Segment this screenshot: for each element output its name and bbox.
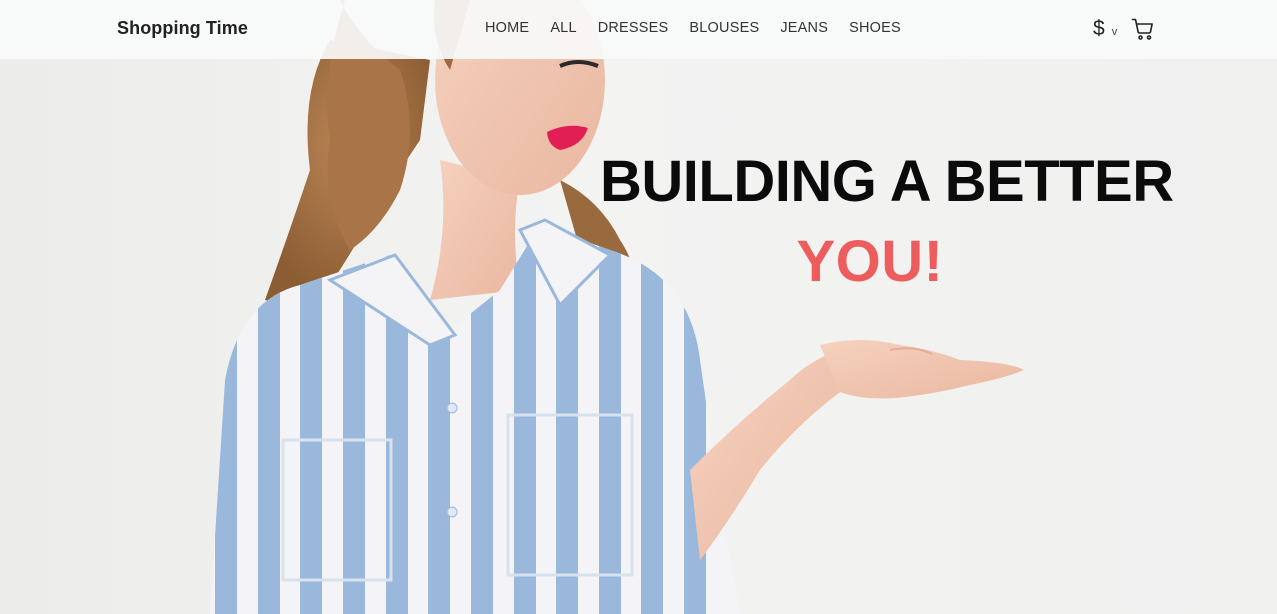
brand-logo[interactable]: Shopping Time	[117, 18, 248, 39]
cart-icon	[1131, 18, 1154, 40]
currency-symbol: $	[1093, 17, 1105, 40]
chevron-down-icon: v	[1111, 26, 1118, 38]
nav-link-blouses[interactable]: BLOUSES	[689, 20, 759, 36]
hero-accent-text: YOU!	[796, 229, 944, 294]
header-actions: $ v	[1093, 14, 1156, 44]
cart-button[interactable]	[1130, 16, 1156, 42]
nav-link-all[interactable]: ALL	[550, 20, 576, 36]
main-nav: HOME ALL DRESSES BLOUSES JEANS SHOES	[485, 20, 901, 36]
page: Shopping Time HOME ALL DRESSES BLOUSES J…	[0, 0, 1277, 614]
nav-link-jeans[interactable]: JEANS	[780, 20, 828, 36]
hero-title: BUILDING A BETTER	[600, 149, 1174, 214]
nav-link-dresses[interactable]: DRESSES	[598, 20, 669, 36]
currency-dropdown[interactable]: $ v	[1093, 14, 1117, 44]
hero-photo	[210, 0, 1024, 614]
hero-headline: BUILDING A BETTER YOU!	[600, 146, 1174, 298]
top-navbar: Shopping Time HOME ALL DRESSES BLOUSES J…	[0, 0, 1277, 59]
nav-link-shoes[interactable]: SHOES	[849, 20, 901, 36]
nav-link-home[interactable]: HOME	[485, 20, 529, 36]
